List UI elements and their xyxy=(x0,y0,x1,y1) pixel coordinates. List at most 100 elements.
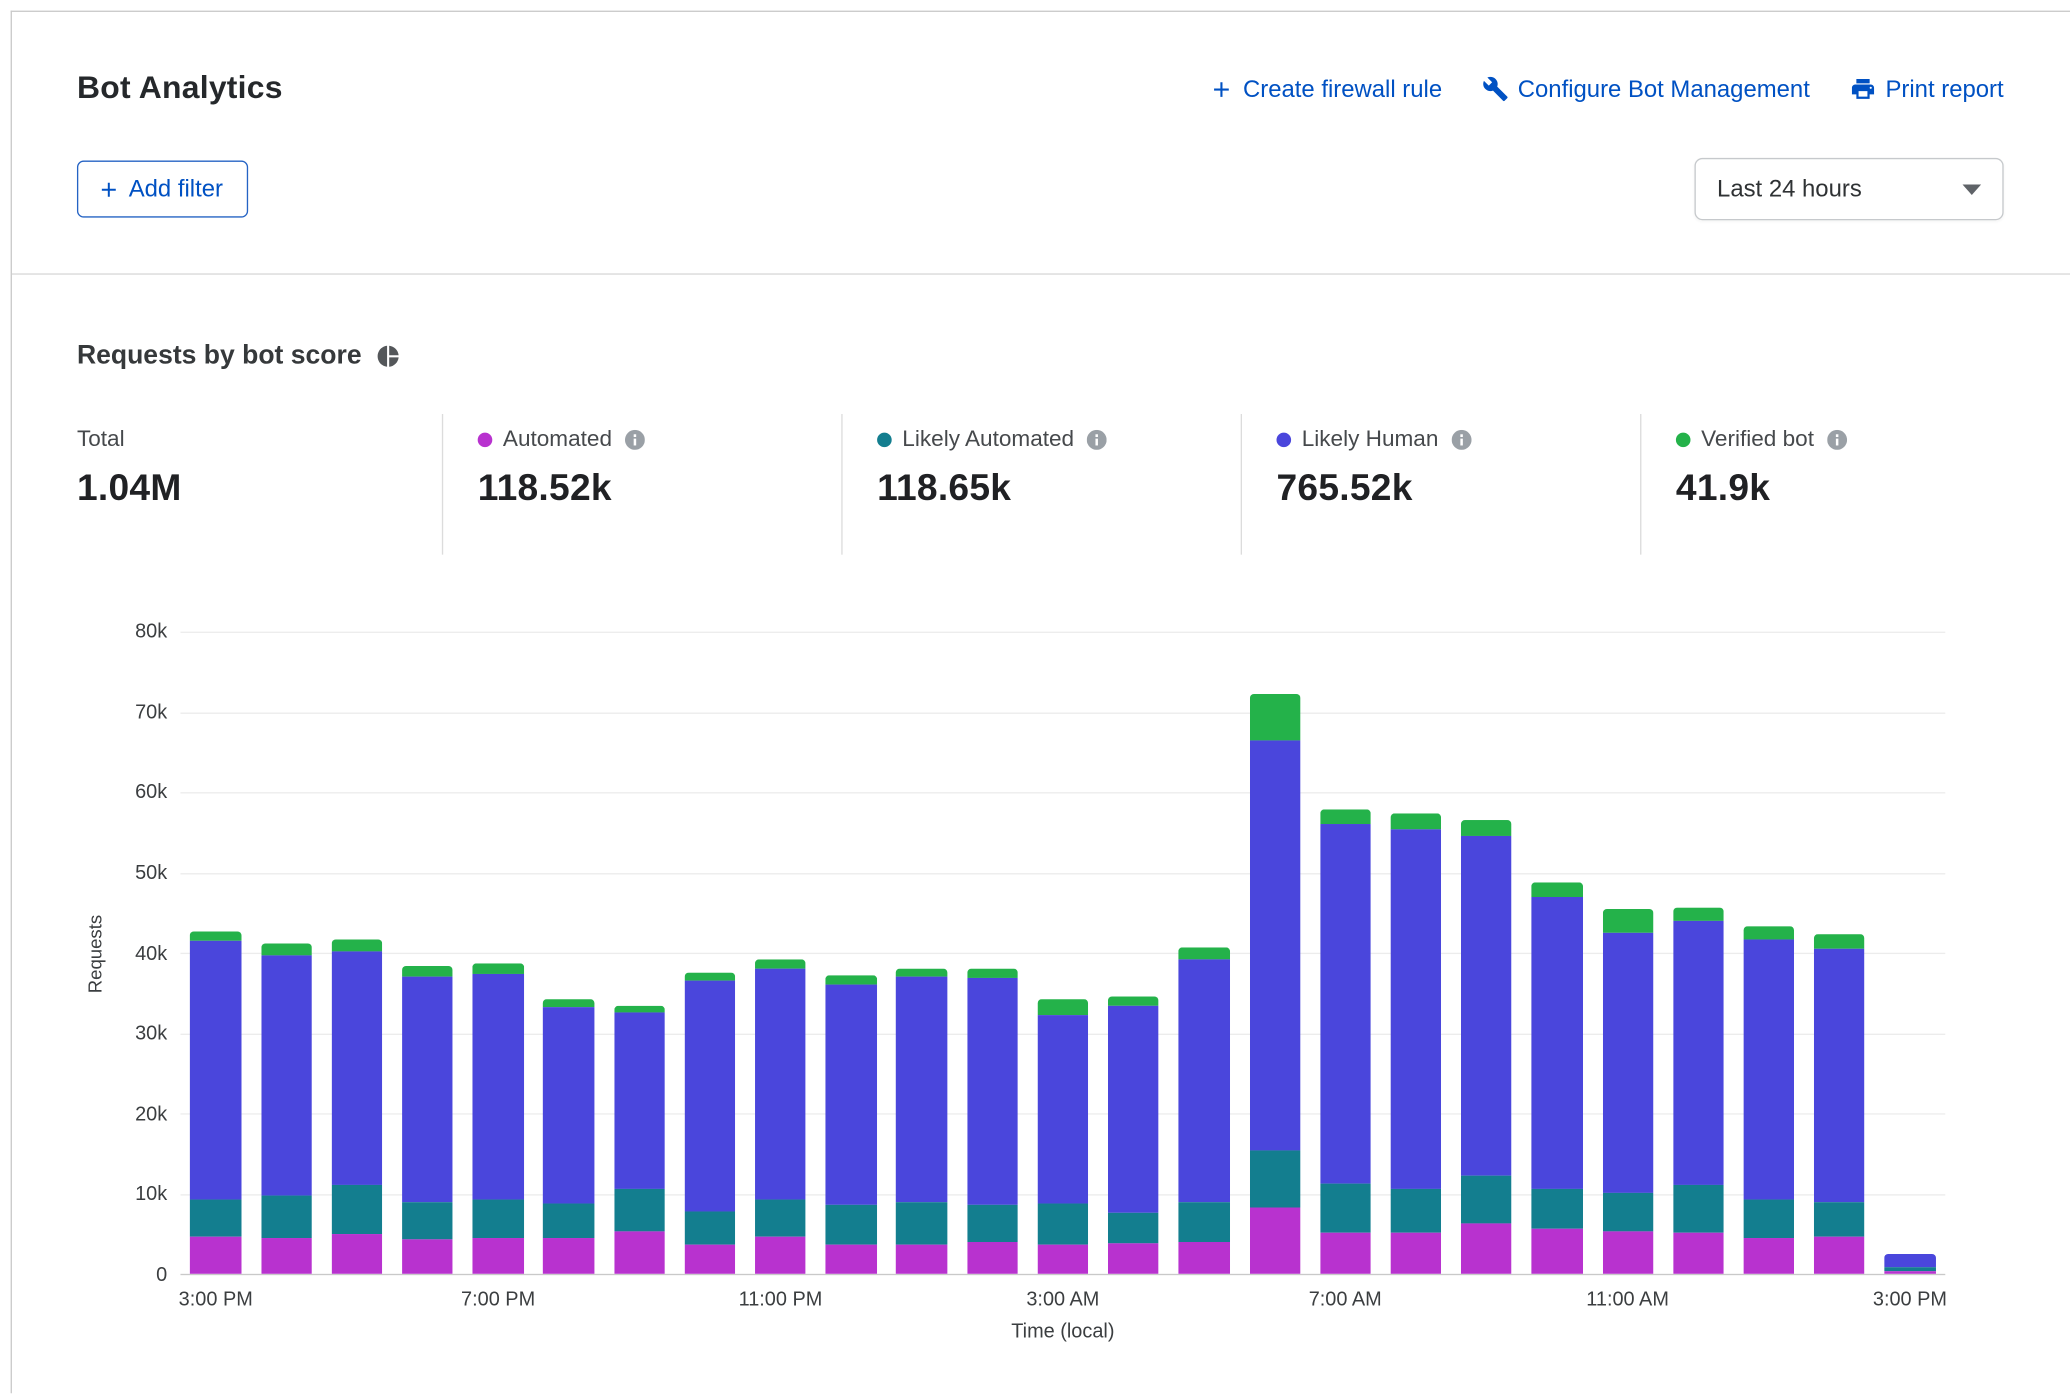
bars xyxy=(180,632,1945,1274)
bar-segment-automated xyxy=(1814,1237,1865,1274)
y-axis-title-text: Requests xyxy=(85,914,106,992)
title-row: Bot Analytics Create firewall rule Confi… xyxy=(77,70,2004,107)
y-tick-label: 10k xyxy=(135,1183,167,1206)
action-label: Configure Bot Management xyxy=(1518,75,1810,103)
bar-segment-likely-automated xyxy=(755,1200,806,1237)
stat-label: Automated xyxy=(503,426,612,453)
create-firewall-rule-link[interactable]: Create firewall rule xyxy=(1208,75,1442,103)
add-filter-button[interactable]: Add filter xyxy=(77,161,248,218)
chevron-down-icon xyxy=(1963,184,1982,195)
bar-segment-verified-bot xyxy=(190,932,241,941)
bar-segment-likely-automated xyxy=(1743,1200,1794,1238)
action-label: Print report xyxy=(1885,75,2003,103)
bar-segment-verified-bot xyxy=(685,972,736,981)
bar-slot xyxy=(816,632,887,1274)
printer-icon xyxy=(1850,76,1877,103)
info-icon[interactable] xyxy=(1452,429,1472,449)
stat-value: 1.04M xyxy=(77,467,442,509)
bar-segment-automated xyxy=(1885,1271,1936,1274)
bar-segment-likely-human xyxy=(1602,933,1653,1194)
bar-segment-likely-automated xyxy=(1320,1184,1371,1232)
plus-icon xyxy=(97,177,121,201)
bar-segment-verified-bot xyxy=(1038,999,1089,1014)
bar-segment-likely-human xyxy=(402,977,453,1202)
x-tick-label: 11:00 AM xyxy=(1586,1288,1669,1311)
bar-segment-automated xyxy=(1602,1231,1653,1274)
page-background: Bot Analytics Create firewall rule Confi… xyxy=(0,0,2070,1393)
bar-segment-verified-bot xyxy=(402,966,453,976)
bar-segment-likely-automated xyxy=(473,1200,524,1238)
info-icon[interactable] xyxy=(1827,429,1847,449)
bar xyxy=(685,972,736,1274)
bar-segment-likely-automated xyxy=(261,1196,312,1238)
stat-label: Likely Human xyxy=(1302,426,1439,453)
bar-segment-verified-bot xyxy=(332,940,383,952)
bar-segment-verified-bot xyxy=(967,969,1018,978)
stat-label: Total xyxy=(77,426,125,453)
bar-segment-likely-automated xyxy=(1673,1186,1724,1233)
bar-segment-verified-bot xyxy=(755,960,806,969)
stat-value: 118.65k xyxy=(877,467,1241,509)
bar xyxy=(1461,820,1512,1274)
bar-segment-automated xyxy=(1320,1232,1371,1274)
bar-segment-likely-human xyxy=(896,977,947,1202)
plus-icon xyxy=(1208,76,1233,101)
y-axis-ticks: 010k20k30k40k50k60k70k80k xyxy=(114,632,180,1276)
y-tick-label: 50k xyxy=(135,862,167,885)
time-range-value: Last 24 hours xyxy=(1717,175,1862,203)
bar-segment-likely-human xyxy=(473,974,524,1200)
bar-slot xyxy=(675,632,746,1274)
wrench-icon xyxy=(1482,76,1509,103)
bar xyxy=(1743,926,1794,1274)
print-report-link[interactable]: Print report xyxy=(1850,75,2004,103)
bar-segment-automated xyxy=(967,1242,1018,1273)
bar-segment-automated xyxy=(755,1237,806,1274)
bar xyxy=(1249,693,1300,1273)
configure-bot-management-link[interactable]: Configure Bot Management xyxy=(1482,75,1810,103)
bar-segment-automated xyxy=(685,1245,736,1274)
bar-segment-likely-automated xyxy=(1602,1194,1653,1232)
bar-segment-automated xyxy=(896,1245,947,1274)
x-tick-label: 11:00 PM xyxy=(739,1288,823,1311)
info-icon[interactable] xyxy=(1087,429,1107,449)
stats-row: Total 1.04M Automated 118.52k Likely Aut… xyxy=(77,414,2004,555)
bar-segment-automated xyxy=(332,1234,383,1274)
info-icon[interactable] xyxy=(625,429,645,449)
bar-segment-likely-human xyxy=(1179,960,1230,1202)
bar-segment-verified-bot xyxy=(1461,820,1512,835)
bar-segment-verified-bot xyxy=(1390,814,1441,829)
bar-slot xyxy=(886,632,957,1274)
bar xyxy=(826,975,877,1274)
bar-segment-automated xyxy=(190,1236,241,1274)
x-axis-title: Time (local) xyxy=(180,1320,1945,1355)
verified-bot-color-dot xyxy=(1676,432,1691,447)
y-axis-title: Requests xyxy=(77,632,114,1276)
bar-slot xyxy=(1804,632,1875,1274)
bar-segment-likely-human xyxy=(755,969,806,1200)
bar xyxy=(1885,1254,1936,1274)
time-range-dropdown[interactable]: Last 24 hours xyxy=(1694,158,2003,220)
stat-label-row: Likely Automated xyxy=(877,425,1241,454)
bar-slot xyxy=(1239,632,1310,1274)
automated-color-dot xyxy=(478,432,493,447)
bar-segment-automated xyxy=(473,1238,524,1274)
pie-chart-icon xyxy=(375,344,400,369)
bar-slot xyxy=(180,632,251,1274)
bar-segment-verified-bot xyxy=(1602,909,1653,933)
y-tick-label: 30k xyxy=(135,1023,167,1046)
header: Bot Analytics Create firewall rule Confi… xyxy=(12,12,2070,275)
filter-row: Add filter Last 24 hours xyxy=(77,158,2004,220)
bar xyxy=(190,932,241,1274)
stat-automated: Automated 118.52k xyxy=(442,414,841,555)
x-tick-label: 3:00 PM xyxy=(1873,1288,1947,1311)
plot-area xyxy=(180,632,1945,1276)
screenshot-viewport: Bot Analytics Create firewall rule Confi… xyxy=(0,0,2070,1394)
bar xyxy=(1814,934,1865,1274)
bot-analytics-card: Bot Analytics Create firewall rule Confi… xyxy=(11,11,2070,1394)
bar-segment-likely-human xyxy=(1320,824,1371,1184)
bar-segment-verified-bot xyxy=(1743,926,1794,939)
bar-segment-likely-human xyxy=(967,978,1018,1205)
bar-segment-automated xyxy=(826,1245,877,1274)
bar-slot xyxy=(463,632,534,1274)
bar xyxy=(1038,999,1089,1274)
